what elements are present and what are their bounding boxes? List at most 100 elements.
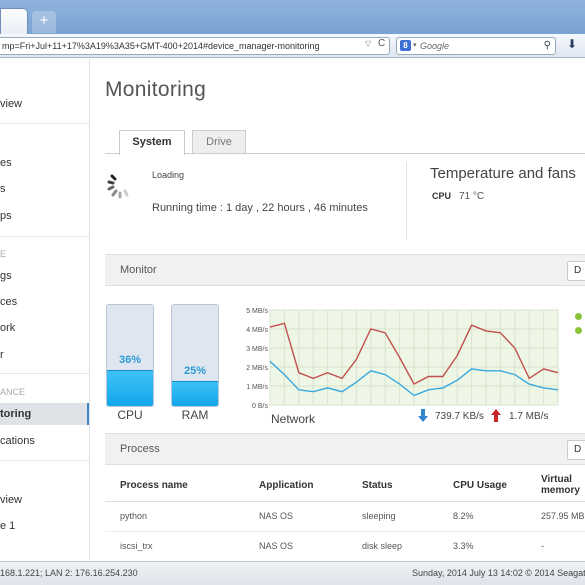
cpu-gauge-label: CPU (117, 408, 143, 422)
sidebar-item-label: s (0, 183, 6, 195)
search-icon[interactable]: ⚲ (544, 38, 551, 54)
sidebar-item-label: es (0, 157, 12, 169)
page-title: Monitoring (105, 78, 207, 101)
legend-dot (575, 313, 582, 320)
sidebar-item-label: ces (0, 296, 18, 308)
arrow-down-icon (418, 409, 428, 422)
y-tick-label: 3 MB/s (246, 346, 268, 353)
legend-dot (575, 327, 582, 334)
ram-percent: 25% (183, 364, 207, 377)
status-bar: 168.1.221; LAN 2: 176.16.254.230 Sunday,… (0, 561, 585, 585)
process-table-header: Process name Application Status CPU Usag… (105, 470, 585, 502)
sidebar-item-shares[interactable]: es (0, 152, 89, 174)
process-title: Process (120, 443, 160, 455)
network-receive-rate: 739.7 KB/s (435, 411, 484, 422)
sidebar-item-label: gs (0, 270, 12, 282)
url-bar[interactable]: mp=Fri+Jul+11+17%3A19%3A35+GMT-400+2014#… (0, 37, 390, 55)
column-header[interactable]: Virtual memory (541, 474, 585, 496)
sidebar-divider (0, 236, 89, 237)
sidebar-item-services[interactable]: ces (0, 291, 89, 313)
network-send-rate: 1.7 MB/s (509, 411, 549, 422)
ram-gauge: 25% (171, 304, 219, 407)
process-cpu-usage: 8.2% (453, 511, 474, 521)
cpu-temp-value: 71 °C (459, 191, 485, 202)
sidebar: view es s ps E gs ces ork r ANCE toring … (0, 59, 90, 560)
sidebar-item-power[interactable]: r (0, 344, 89, 366)
sidebar-item-monitoring[interactable]: toring (0, 403, 89, 425)
tab-drive[interactable]: Drive (192, 130, 246, 154)
sidebar-item-overview-2[interactable]: view (0, 489, 89, 511)
y-tick-label: 0 B/s (252, 403, 268, 410)
sidebar-heading-maintenance: ANCE (0, 387, 26, 397)
column-header[interactable]: CPU Usage (453, 480, 507, 491)
sidebar-divider (0, 460, 89, 461)
sidebar-item-label: toring (0, 408, 32, 420)
table-row[interactable]: iscsi_trx NAS OS disk sleep 3.3% - (105, 532, 585, 562)
sidebar-item-volume-1[interactable]: e 1 (0, 515, 89, 537)
sidebar-item-notifications[interactable]: cations (0, 430, 89, 452)
cpu-gauge: 36% (106, 304, 154, 407)
sidebar-item-label: view (0, 98, 23, 110)
loading-label: Loading (152, 170, 185, 180)
cpu-percent: 36% (118, 353, 142, 366)
process-section-header: Process D (105, 433, 585, 465)
process-cpu-usage: 3.3% (453, 541, 474, 551)
process-status: sleeping (362, 511, 396, 521)
url-history-dropdown-icon[interactable]: ▽ (365, 39, 371, 48)
process-status: disk sleep (362, 541, 403, 551)
sidebar-item-groups[interactable]: ps (0, 205, 89, 227)
reload-icon[interactable]: C (378, 38, 385, 49)
download-icon[interactable]: ⬇ (561, 37, 583, 55)
process-virtual-memory: 257.95 MB (541, 511, 585, 521)
sidebar-item-network[interactable]: ork (0, 317, 89, 339)
sidebar-item-label: e 1 (0, 520, 16, 532)
cpu-temp-label: CPU (432, 191, 452, 201)
y-tick-label: 2 MB/s (246, 365, 268, 372)
sidebar-item-label: cations (0, 435, 35, 447)
monitor-options-button[interactable]: D (567, 261, 585, 281)
process-virtual-memory: - (541, 541, 544, 551)
process-options-button[interactable]: D (567, 440, 585, 460)
ram-gauge-fill (172, 380, 218, 406)
column-header[interactable]: Process name (120, 480, 188, 491)
y-tick-label: 4 MB/s (246, 327, 268, 334)
y-tick-label: 5 MB/s (246, 308, 268, 315)
browser-tab-bar: + (0, 0, 585, 34)
lan-info: 168.1.221; LAN 2: 176.16.254.230 (0, 568, 138, 578)
network-chart: 0 B/s 1 MB/s 2 MB/s 3 MB/s 4 MB/s 5 MB/s (246, 308, 559, 410)
sidebar-item-label: ps (0, 210, 12, 222)
column-header[interactable]: Status (362, 480, 393, 491)
new-tab-button[interactable]: + (32, 11, 56, 33)
monitor-title: Monitor (120, 264, 157, 276)
sidebar-item-users[interactable]: s (0, 178, 89, 200)
column-header[interactable]: Application (259, 480, 313, 491)
search-bar[interactable]: 8 ▾ Google ⚲ (396, 37, 556, 55)
sidebar-item-settings[interactable]: gs (0, 265, 89, 287)
cpu-gauge-fill (107, 369, 153, 406)
google-engine-icon[interactable]: 8 (400, 40, 411, 51)
monitor-section-header: Monitor D (105, 254, 585, 286)
y-tick-label: 1 MB/s (246, 384, 268, 391)
engine-dropdown-icon[interactable]: ▾ (413, 38, 417, 54)
search-placeholder: Google (420, 41, 450, 51)
sidebar-item-overview[interactable]: view (0, 93, 89, 115)
browser-tab[interactable] (0, 8, 28, 34)
loading-spinner-icon (107, 174, 129, 199)
browser-navigation-bar: mp=Fri+Jul+11+17%3A19%3A35+GMT-400+2014#… (0, 34, 585, 58)
sidebar-item-label: ork (0, 322, 16, 334)
section-divider (406, 162, 407, 240)
ram-gauge-label: RAM (181, 408, 209, 422)
temperature-title: Temperature and fans (430, 165, 576, 182)
sidebar-divider (0, 123, 89, 124)
process-application: NAS OS (259, 511, 294, 521)
running-time: Running time : 1 day , 22 hours , 46 min… (152, 202, 368, 214)
sidebar-divider (0, 373, 89, 374)
sidebar-heading-device: E (0, 249, 7, 259)
tab-system[interactable]: System (119, 130, 185, 155)
process-name: iscsi_trx (120, 541, 153, 551)
sidebar-item-label: view (0, 494, 23, 506)
date-copyright: Sunday, 2014 July 13 14:02 © 2014 Seagat… (412, 568, 585, 578)
process-application: NAS OS (259, 541, 294, 551)
sidebar-item-label: r (0, 349, 4, 361)
table-row[interactable]: python NAS OS sleeping 8.2% 257.95 MB (105, 502, 585, 532)
